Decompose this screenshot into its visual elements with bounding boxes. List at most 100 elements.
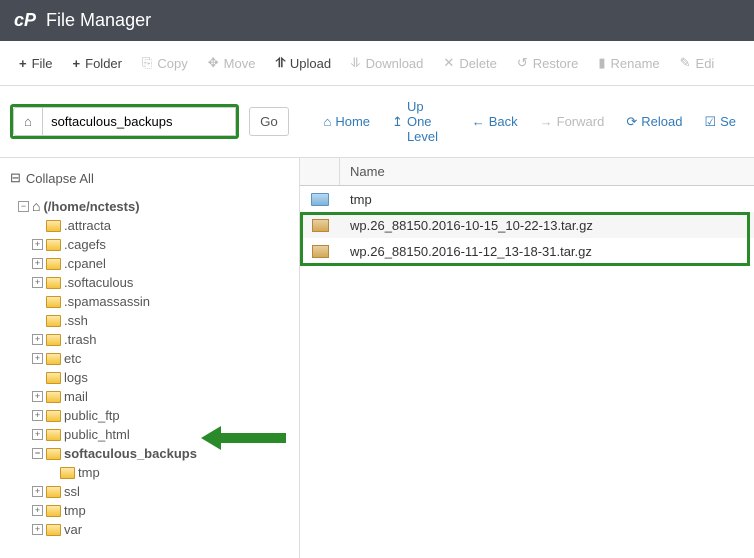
folder-open-icon (46, 448, 61, 460)
tree-node[interactable]: +public_html (32, 425, 295, 444)
folder-tree-sidebar: ⊟Collapse All −⌂(/home/nctests) .attract… (0, 158, 300, 558)
grid-body: tmp wp.26_88150.2016-10-15_10-22-13.tar.… (300, 186, 754, 264)
grid-header: Name (300, 158, 754, 186)
expander-icon[interactable]: − (32, 448, 43, 459)
app-header: cP File Manager (0, 0, 754, 41)
expander-icon[interactable]: + (32, 486, 43, 497)
app-title: File Manager (46, 10, 151, 31)
nav-forward-button[interactable]: →Forward (532, 109, 613, 134)
copy-button[interactable]: ⎘Copy (133, 49, 197, 77)
download-icon: ⥥ (351, 55, 360, 71)
rename-button[interactable]: ▮Rename (589, 49, 668, 77)
copy-icon: ⎘ (142, 55, 152, 71)
new-folder-button[interactable]: +Folder (64, 49, 131, 77)
home-icon: ⌂ (32, 198, 40, 214)
tree-node[interactable]: +.trash (32, 330, 295, 349)
restore-icon: ↺ (517, 55, 528, 71)
expander-icon[interactable]: + (32, 353, 43, 364)
folder-icon (46, 391, 61, 403)
tree-node[interactable]: +public_ftp (32, 406, 295, 425)
collapse-all-button[interactable]: ⊟Collapse All (4, 166, 295, 190)
list-item[interactable]: wp.26_88150.2016-10-15_10-22-13.tar.gz (300, 212, 754, 238)
folder-icon (46, 277, 61, 289)
delete-icon: ✕ (443, 55, 454, 71)
folder-icon (46, 353, 61, 365)
folder-icon (46, 486, 61, 498)
tree-node[interactable]: +tmp (32, 501, 295, 520)
go-button[interactable]: Go (249, 107, 289, 136)
archive-icon (312, 245, 329, 258)
cpanel-logo: cP (14, 10, 36, 31)
delete-button[interactable]: ✕Delete (434, 49, 505, 77)
tree-node[interactable]: .attracta (32, 216, 295, 235)
home-icon: ⌂ (324, 114, 332, 129)
move-button[interactable]: ✥Move (199, 49, 265, 77)
path-navbar: ⌂ Go ⌂Home ↥Up One Level ←Back →Forward … (0, 86, 754, 158)
nav-up-button[interactable]: ↥Up One Level (384, 94, 458, 149)
rename-icon: ▮ (598, 55, 605, 71)
home-icon: ⌂ (24, 114, 32, 129)
expander-icon[interactable]: + (32, 505, 43, 516)
tree-node[interactable]: +mail (32, 387, 295, 406)
arrow-right-icon: → (540, 114, 553, 129)
upload-icon: ⥣ (275, 55, 284, 71)
folder-icon (311, 193, 329, 206)
move-icon: ✥ (208, 55, 219, 71)
expander-icon[interactable]: + (32, 429, 43, 440)
folder-icon (46, 296, 61, 308)
list-item[interactable]: wp.26_88150.2016-11-12_13-18-31.tar.gz (300, 238, 754, 264)
plus-icon: + (73, 56, 81, 71)
tree-node[interactable]: .spamassassin (32, 292, 295, 311)
folder-icon (46, 429, 61, 441)
expander-icon[interactable]: + (32, 410, 43, 421)
folder-icon (46, 220, 61, 232)
tree-node[interactable]: logs (32, 368, 295, 387)
tree-node[interactable]: +.softaculous (32, 273, 295, 292)
folder-tree: −⌂(/home/nctests) .attracta +.cagefs +.c… (4, 196, 295, 539)
folder-icon (46, 258, 61, 270)
level-up-icon: ↥ (392, 114, 403, 130)
folder-icon (60, 467, 75, 479)
home-path-button[interactable]: ⌂ (13, 107, 43, 136)
restore-button[interactable]: ↺Restore (508, 49, 587, 77)
nav-back-button[interactable]: ←Back (464, 109, 526, 134)
main-toolbar: +File +Folder ⎘Copy ✥Move ⥣Upload ⥥Downl… (0, 41, 754, 86)
collapse-icon: ⊟ (10, 170, 21, 186)
expander-icon[interactable]: + (32, 258, 43, 269)
path-input-group: ⌂ (10, 104, 239, 139)
file-list-panel: Name tmp wp.26_88150.2016-10-15_10-22-13… (300, 158, 754, 558)
folder-icon (46, 334, 61, 346)
tree-node[interactable]: +.cagefs (32, 235, 295, 254)
folder-icon (46, 372, 61, 384)
expander-icon[interactable]: − (18, 201, 29, 212)
check-icon: ☑ (704, 114, 716, 130)
download-button[interactable]: ⥥Download (342, 49, 432, 77)
name-column-header[interactable]: Name (340, 158, 754, 185)
nav-select-button[interactable]: ☑Se (696, 109, 744, 135)
expander-icon[interactable]: + (32, 239, 43, 250)
path-input[interactable] (43, 107, 236, 136)
arrow-left-icon: ← (472, 114, 485, 129)
edit-button[interactable]: ✎Edi (671, 49, 724, 77)
tree-root[interactable]: −⌂(/home/nctests) (18, 196, 295, 216)
tree-node[interactable]: .ssh (32, 311, 295, 330)
list-item[interactable]: tmp (300, 186, 754, 212)
expander-icon[interactable]: + (32, 391, 43, 402)
tree-node[interactable]: +etc (32, 349, 295, 368)
new-file-button[interactable]: +File (10, 49, 62, 77)
folder-icon (46, 239, 61, 251)
nav-reload-button[interactable]: ⟳Reload (618, 109, 690, 135)
tree-node[interactable]: +.cpanel (32, 254, 295, 273)
upload-button[interactable]: ⥣Upload (266, 49, 340, 77)
archive-icon (312, 219, 329, 232)
tree-node[interactable]: tmp (46, 463, 295, 482)
edit-icon: ✎ (680, 55, 691, 71)
reload-icon: ⟳ (626, 114, 637, 130)
nav-home-button[interactable]: ⌂Home (316, 109, 379, 134)
tree-node[interactable]: +ssl (32, 482, 295, 501)
plus-icon: + (19, 56, 27, 71)
folder-icon (46, 410, 61, 422)
tree-node-selected[interactable]: −softaculous_backups (32, 444, 295, 463)
expander-icon[interactable]: + (32, 277, 43, 288)
expander-icon[interactable]: + (32, 334, 43, 345)
